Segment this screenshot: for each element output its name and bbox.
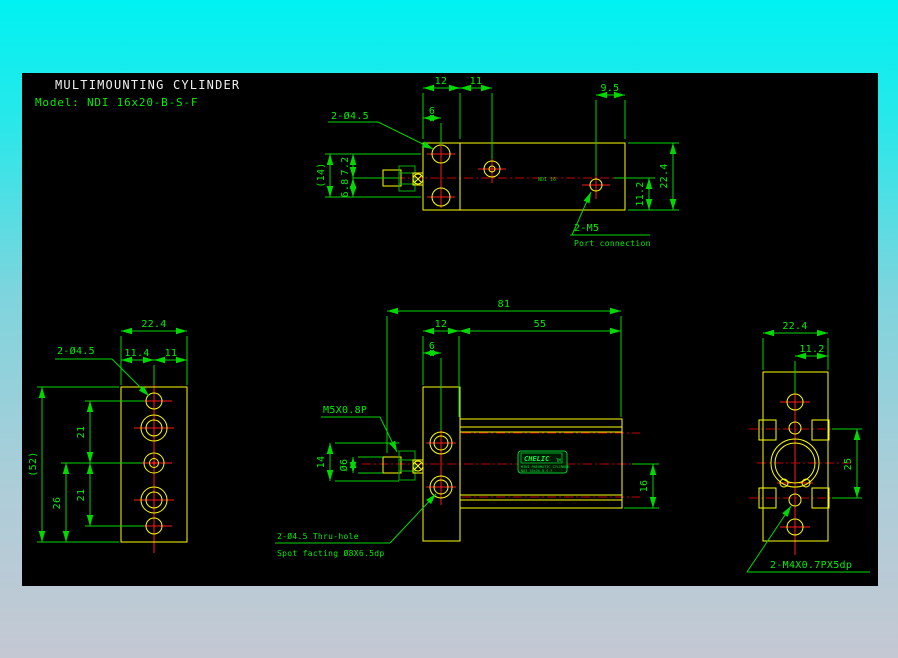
cad-screenshot: { "title": "MULTIMOUNTING CYLINDER", "mo… — [0, 0, 898, 658]
title-block: MULTIMOUNTING CYLINDER Model: NDI 16x20-… — [35, 78, 240, 109]
dim-6: 6 — [429, 341, 435, 352]
sensor-slot — [758, 419, 777, 441]
dim-22.4: 22.4 — [782, 321, 807, 332]
dim-21-lower: 21 — [76, 489, 87, 502]
dim-11: 11 — [165, 348, 178, 359]
dim-rod-dia: Ø6 — [338, 459, 350, 472]
side-view: CHELIC TM MINI PNEUMATIC CYLINDER NDI 16… — [275, 299, 659, 558]
model-number: Model: NDI 16x20-B-S-F — [35, 96, 198, 109]
dim-81: 81 — [498, 299, 511, 310]
drawing-title: MULTIMOUNTING CYLINDER — [55, 78, 240, 92]
label-port: 2-M5 — [574, 223, 599, 234]
dim-25: 25 — [843, 458, 854, 471]
dim-12: 12 — [435, 76, 448, 87]
front-view: 22.4 11.4 11 (52) 26 21 21 2-Ø4.5 — [28, 319, 188, 553]
brand-tm: TM — [556, 458, 561, 463]
dim-14: (14) — [316, 162, 327, 187]
label-mount-holes: 2-Ø4.5 — [331, 110, 369, 122]
dim-12: 12 — [435, 319, 448, 330]
piston-rod — [382, 456, 402, 474]
dim-11.2: 11.2 — [799, 344, 824, 355]
drawing-canvas: MULTIMOUNTING CYLINDER Model: NDI 16x20-… — [22, 73, 878, 586]
cylinder-body-outline — [422, 142, 626, 211]
label-thread: M5X0.8P — [323, 405, 367, 416]
label-port-sub: Port connection — [574, 239, 651, 248]
dim-14: 14 — [316, 456, 327, 469]
rear-view: 22.4 11.2 25 2-M4X0.7PX5dp — [746, 321, 870, 573]
sensor-slot — [811, 419, 830, 441]
dim-7.2: 7.2 — [340, 157, 351, 176]
dim-22.4: 22.4 — [141, 319, 166, 330]
cad-drawing: MULTIMOUNTING CYLINDER Model: NDI 16x20-… — [28, 76, 870, 573]
label-thru-hole: 2-Ø4.5 Thru-hole — [277, 531, 359, 541]
dim-9.5: 9.5 — [601, 83, 620, 94]
dim-22.4: 22.4 — [659, 163, 670, 188]
label-mount-holes: 2-Ø4.5 — [57, 345, 95, 357]
brand-name: CHELIC — [524, 455, 550, 463]
label-tap: 2-M4X0.7PX5dp — [770, 560, 852, 571]
dim-6: 6 — [429, 106, 435, 117]
dim-11.2: 11.2 — [635, 181, 646, 206]
dim-26: 26 — [52, 497, 63, 510]
dim-21-upper: 21 — [76, 426, 87, 439]
body-etch-text: NDI 16 — [538, 177, 556, 183]
dim-6.8: 6.8 — [340, 179, 351, 198]
dim-11.4: 11.4 — [124, 348, 149, 359]
top-view: NDI 16 12 11 9.5 6 (14) 7.2 6.8 22.4 11.… — [316, 76, 679, 248]
dim-52: (52) — [28, 451, 39, 476]
dim-16: 16 — [639, 480, 650, 493]
dim-55: 55 — [534, 319, 547, 330]
brand-sub2: NDI 16x20-B-S-F — [521, 469, 553, 473]
brand-label: CHELIC TM MINI PNEUMATIC CYLINDER NDI 16… — [517, 450, 570, 474]
label-spot-facing: Spot facting Ø8X6.5dp — [277, 548, 384, 558]
dim-11: 11 — [470, 76, 483, 87]
